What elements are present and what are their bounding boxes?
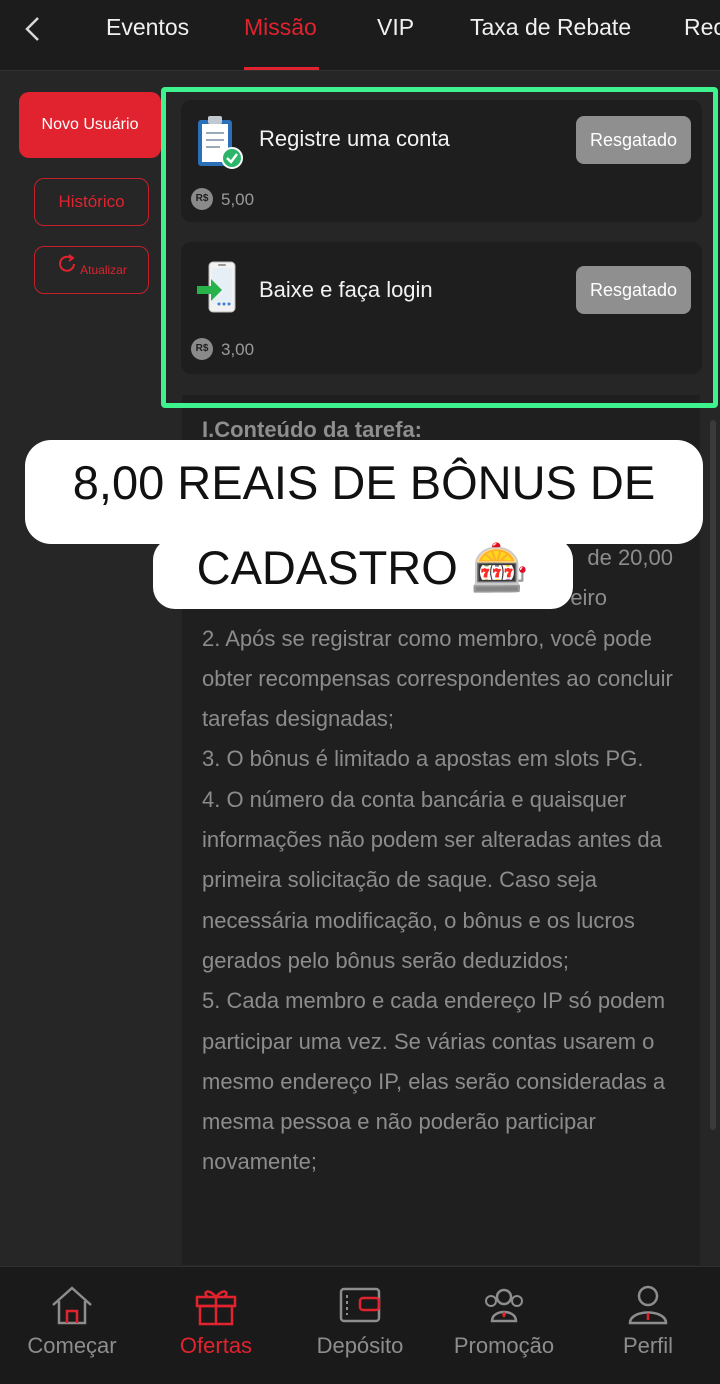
rule-item: 4. O número da conta bancária e quaisque…	[202, 786, 662, 973]
tab-rec[interactable]: Rec	[684, 14, 720, 41]
new-user-button[interactable]: Novo Usuário	[19, 92, 161, 158]
nav-ofertas[interactable]: Ofertas	[144, 1267, 288, 1384]
tab-missao[interactable]: Missão	[244, 14, 317, 41]
refresh-icon	[56, 248, 78, 294]
gift-icon	[195, 1290, 237, 1326]
refresh-button[interactable]: Atualizar	[34, 246, 149, 294]
nav-perfil[interactable]: Perfil	[576, 1267, 720, 1384]
rule-item: 5. Cada membro e cada endereço IP só pod…	[202, 988, 666, 1175]
refresh-label: Atualizar	[80, 263, 127, 277]
home-icon	[52, 1286, 92, 1325]
nav-label: Começar	[27, 1333, 117, 1358]
tab-taxa-de-rebate[interactable]: Taxa de Rebate	[470, 14, 631, 41]
tab-vip[interactable]: VIP	[377, 14, 414, 41]
top-nav-bar: Eventos Missão VIP Taxa de Rebate Rec	[0, 0, 720, 71]
people-icon	[485, 1288, 523, 1323]
history-button[interactable]: Histórico	[34, 178, 149, 226]
wallet-icon	[339, 1287, 381, 1323]
nav-label: Ofertas	[179, 1333, 253, 1358]
promo-banner-line2: CADASTRO 🎰	[153, 538, 573, 609]
rule-item: 2. Após se registrar como membro, você p…	[202, 625, 673, 732]
tab-eventos[interactable]: Eventos	[106, 14, 189, 41]
active-tab-indicator	[244, 67, 319, 70]
bottom-nav: Começar Ofertas Depósito Promoção Perfil	[0, 1266, 720, 1384]
rules-text: de 20,00 eiro 2. Após se registrar como …	[202, 538, 687, 1183]
back-arrow-icon[interactable]	[18, 14, 48, 44]
promo-banner-line1: 8,00 REAIS DE BÔNUS DE	[25, 440, 703, 544]
scrollbar[interactable]	[710, 420, 716, 1130]
nav-deposito[interactable]: Depósito	[288, 1267, 432, 1384]
nav-label: Perfil	[622, 1333, 674, 1358]
nav-promocao[interactable]: Promoção	[432, 1267, 576, 1384]
user-icon	[628, 1285, 668, 1325]
nav-label: Promoção	[453, 1333, 555, 1358]
rule-item: 3. O bônus é limitado a apostas em slots…	[202, 746, 644, 772]
nav-label: Depósito	[316, 1333, 404, 1358]
highlight-frame	[161, 87, 718, 408]
nav-comecar[interactable]: Começar	[0, 1267, 144, 1384]
